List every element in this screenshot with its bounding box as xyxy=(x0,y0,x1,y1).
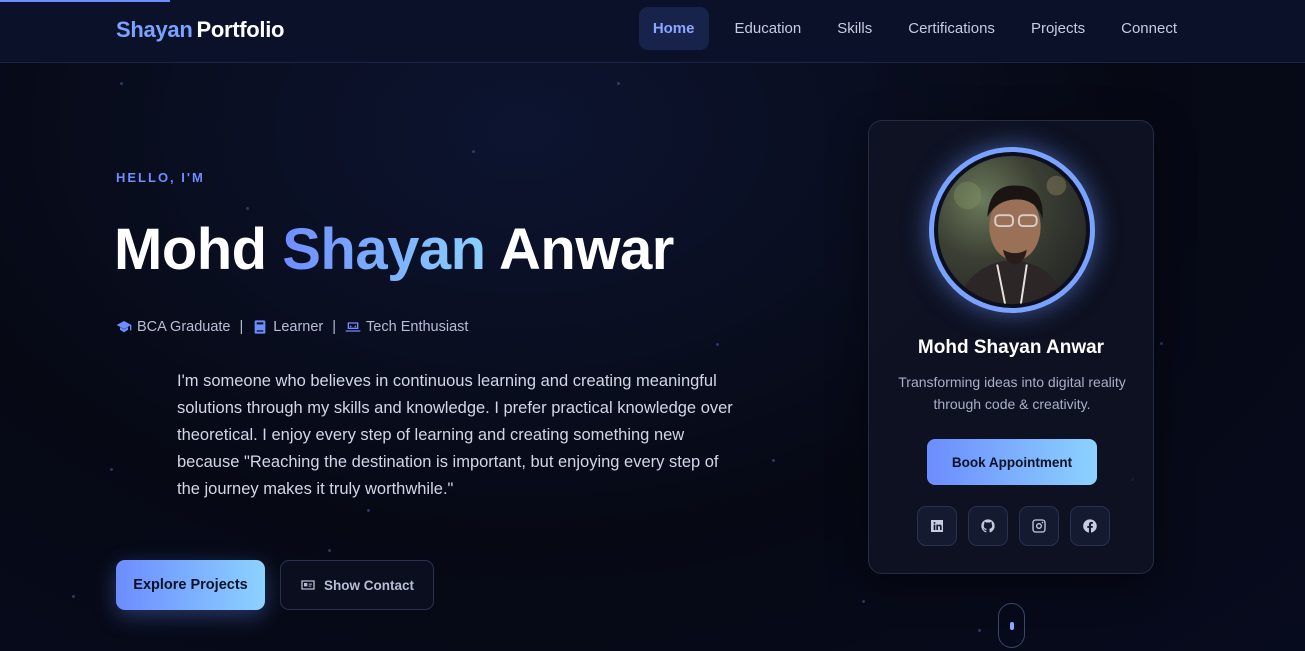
tag-learner: Learner xyxy=(252,319,323,335)
graduation-cap-icon xyxy=(116,321,132,333)
site-logo[interactable]: Shayan Portfolio xyxy=(116,17,285,43)
instagram-link[interactable] xyxy=(1019,506,1059,546)
profile-card: Mohd Shayan Anwar Transforming ideas int… xyxy=(868,120,1154,574)
nav-link-skills[interactable]: Skills xyxy=(819,7,890,50)
background-star xyxy=(367,509,370,512)
tag-label: Learner xyxy=(273,319,324,335)
instagram-icon xyxy=(1032,519,1046,533)
background-star xyxy=(772,459,775,462)
avatar-ring xyxy=(929,147,1095,313)
hero-name-first: Mohd xyxy=(114,217,267,282)
background-star xyxy=(328,549,331,552)
card-name: Mohd Shayan Anwar xyxy=(917,337,1105,358)
book-icon xyxy=(254,320,266,334)
nav-link-connect[interactable]: Connect xyxy=(1103,7,1195,50)
linkedin-link[interactable] xyxy=(917,506,957,546)
background-star xyxy=(716,343,719,346)
tag-separator: | xyxy=(239,319,244,335)
hero-tags: BCA Graduate | Learner | Tech Enthusiast xyxy=(116,319,468,335)
logo-first-word: Shayan xyxy=(116,17,193,42)
hero-greeting: HELLO, I'M xyxy=(116,170,205,185)
avatar-portrait xyxy=(953,175,1067,304)
scroll-indicator[interactable] xyxy=(998,603,1025,648)
book-appointment-button[interactable]: Book Appointment xyxy=(927,439,1097,485)
hero-bio: I'm someone who believes in continuous l… xyxy=(177,372,733,498)
background-star xyxy=(617,82,620,85)
background-star xyxy=(862,600,865,603)
nav-link-certifications[interactable]: Certifications xyxy=(890,7,1013,50)
card-tagline: Transforming ideas into digital reality … xyxy=(898,374,1126,412)
background-star xyxy=(110,468,113,471)
facebook-link[interactable] xyxy=(1070,506,1110,546)
nav-link-home[interactable]: Home xyxy=(638,7,709,50)
scroll-progress-bar xyxy=(0,0,170,2)
tag-separator: | xyxy=(332,319,337,335)
hero-name-middle: Shayan xyxy=(282,217,486,282)
linkedin-icon xyxy=(931,520,943,532)
tag-label: BCA Graduate xyxy=(137,319,231,335)
tag-tech-enthusiast: Tech Enthusiast xyxy=(345,319,468,335)
background-star xyxy=(978,629,981,632)
background-star xyxy=(472,150,475,153)
show-contact-label: Show Contact xyxy=(324,577,414,593)
nav-link-projects[interactable]: Projects xyxy=(1013,7,1103,50)
tag-label: Tech Enthusiast xyxy=(366,319,469,335)
background-star xyxy=(120,82,123,85)
tag-bca-graduate: BCA Graduate xyxy=(116,319,231,335)
logo-second-word: Portfolio xyxy=(196,17,285,42)
avatar xyxy=(938,156,1086,304)
laptop-icon xyxy=(345,322,361,332)
scroll-indicator-dot xyxy=(1010,622,1014,630)
nav-links: Home Education Skills Certifications Pro… xyxy=(638,7,1195,50)
facebook-icon xyxy=(1083,519,1097,533)
background-star xyxy=(246,207,249,210)
background-star xyxy=(72,595,75,598)
hero-name: Mohd Shayan Anwar xyxy=(114,216,674,283)
hero-name-last: Anwar xyxy=(499,217,674,282)
github-link[interactable] xyxy=(968,506,1008,546)
social-links xyxy=(917,506,1110,546)
nav-link-education[interactable]: Education xyxy=(717,7,820,50)
background-star xyxy=(1160,342,1163,345)
top-navbar: Shayan Portfolio Home Education Skills Ce… xyxy=(0,0,1305,63)
id-card-icon xyxy=(301,580,315,590)
explore-projects-button[interactable]: Explore Projects xyxy=(116,560,265,610)
github-icon xyxy=(981,519,995,533)
show-contact-button[interactable]: Show Contact xyxy=(280,560,434,610)
